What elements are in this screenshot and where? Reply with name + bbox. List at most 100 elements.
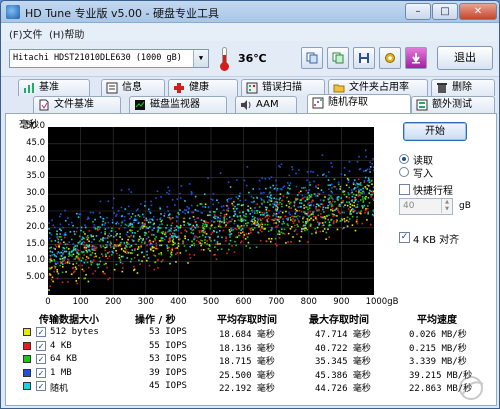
tab-health[interactable]: 健康: [168, 79, 238, 96]
quick-test-checkbox[interactable]: [399, 184, 410, 195]
scatter-point: [53, 270, 55, 273]
scatter-point: [76, 282, 78, 285]
scatter-point: [292, 222, 295, 225]
scatter-point: [185, 249, 187, 252]
scatter-point: [340, 173, 343, 175]
scatter-point: [315, 232, 317, 234]
scatter-point: [195, 239, 198, 242]
scatter-point: [355, 194, 358, 196]
scatter-point: [306, 179, 308, 182]
scatter-point: [61, 281, 64, 284]
scatter-point: [68, 253, 71, 255]
scatter-point: [356, 218, 358, 221]
tab-extra-tests[interactable]: 额外测试: [411, 96, 495, 113]
scatter-point: [353, 187, 356, 189]
scatter-point: [155, 236, 157, 238]
scatter-point: [238, 227, 241, 229]
drive-select[interactable]: Hitachi HDST21010DLE630 (1000 gB) ▼: [9, 49, 209, 68]
scatter-point: [87, 266, 90, 269]
scatter-point: [119, 233, 121, 235]
menu-help[interactable]: (H)帮助: [49, 26, 84, 41]
scatter-point: [249, 213, 252, 215]
options-button[interactable]: [379, 47, 401, 69]
scatter-point: [290, 219, 292, 221]
scatter-point: [339, 220, 342, 222]
scatter-point: [231, 245, 233, 247]
write-radio[interactable]: [399, 167, 409, 177]
series-checkbox[interactable]: ✓: [36, 340, 46, 351]
scatter-point: [370, 179, 373, 182]
scatter-point: [356, 222, 359, 225]
scatter-point: [370, 190, 373, 193]
scatter-point: [175, 228, 177, 231]
scatter-point: [145, 217, 148, 220]
quick-test-spinner: 40 ▲ ▼: [399, 198, 453, 215]
series-checkbox[interactable]: ✓: [36, 327, 46, 337]
scatter-point: [368, 181, 371, 184]
scatter-point: [360, 210, 362, 212]
scatter-point: [222, 229, 225, 232]
save-button[interactable]: [353, 47, 375, 69]
disk-monitor-icon: [135, 100, 145, 110]
scatter-point: [264, 223, 267, 226]
align-4kb-checkbox[interactable]: ✓: [399, 232, 410, 243]
scatter-point: [365, 169, 367, 172]
chevron-down-icon[interactable]: ▼: [193, 50, 208, 67]
copy-button[interactable]: [301, 47, 323, 69]
maximize-button[interactable]: □: [432, 3, 458, 20]
copy-all-button[interactable]: [327, 47, 349, 69]
tab-random-access[interactable]: 随机存取: [307, 94, 411, 113]
scatter-point: [110, 234, 112, 237]
tab-info[interactable]: 信息: [101, 79, 165, 96]
scatter-point: [90, 263, 93, 266]
scatter-point: [169, 218, 172, 221]
info-icon: [106, 82, 118, 94]
scatter-point: [310, 170, 312, 173]
scatter-point: [170, 224, 173, 227]
scatter-point: [371, 183, 373, 186]
tab-file-benchmark[interactable]: 文件基准: [33, 96, 121, 113]
scatter-point: [113, 247, 115, 250]
start-button[interactable]: 开始: [403, 122, 467, 141]
scatter-point: [155, 247, 157, 250]
scatter-point: [125, 252, 128, 254]
scatter-point: [229, 233, 231, 236]
series-checkbox[interactable]: ✓: [36, 367, 46, 378]
tab-disk-monitor[interactable]: 磁盘监视器: [129, 96, 227, 113]
scatter-point: [271, 228, 274, 230]
scatter-point: [63, 259, 66, 262]
scatter-point: [261, 203, 263, 206]
scatter-point: [288, 203, 291, 205]
scatter-point: [201, 239, 203, 242]
scatter-point: [346, 216, 349, 219]
tab-erase[interactable]: 删除: [431, 79, 495, 96]
scatter-point: [234, 240, 236, 243]
title-bar[interactable]: HD Tune 专业版 v5.00 - 硬盘专业工具 – □ ✕: [1, 1, 499, 23]
menu-file[interactable]: (F)文件: [9, 26, 43, 41]
download-button[interactable]: [405, 47, 427, 69]
scatter-point: [287, 232, 290, 235]
scatter-point: [211, 199, 214, 201]
scatter-point: [272, 206, 275, 208]
scatter-point: [61, 271, 64, 274]
tab-aam[interactable]: AAM: [235, 96, 297, 113]
series-checkbox[interactable]: ✓: [36, 354, 46, 364]
minimize-button[interactable]: –: [405, 3, 431, 20]
scatter-point: [343, 226, 345, 229]
exit-button[interactable]: 退出: [437, 46, 493, 70]
read-radio[interactable]: [399, 154, 409, 164]
scatter-point: [202, 249, 205, 251]
scatter-point: [133, 219, 136, 222]
scatter-point: [334, 214, 337, 217]
scatter-point: [322, 230, 324, 232]
scatter-point: [240, 229, 242, 231]
scatter-point: [104, 246, 106, 249]
tab-benchmark[interactable]: 基准: [18, 79, 90, 96]
scatter-point: [256, 209, 259, 212]
row-max: 44.726 毫秒: [315, 384, 371, 394]
close-button[interactable]: ✕: [459, 3, 497, 20]
scatter-point: [202, 205, 204, 208]
scatter-point: [333, 178, 336, 181]
series-checkbox[interactable]: ✓: [36, 381, 46, 391]
scatter-point: [246, 224, 248, 227]
